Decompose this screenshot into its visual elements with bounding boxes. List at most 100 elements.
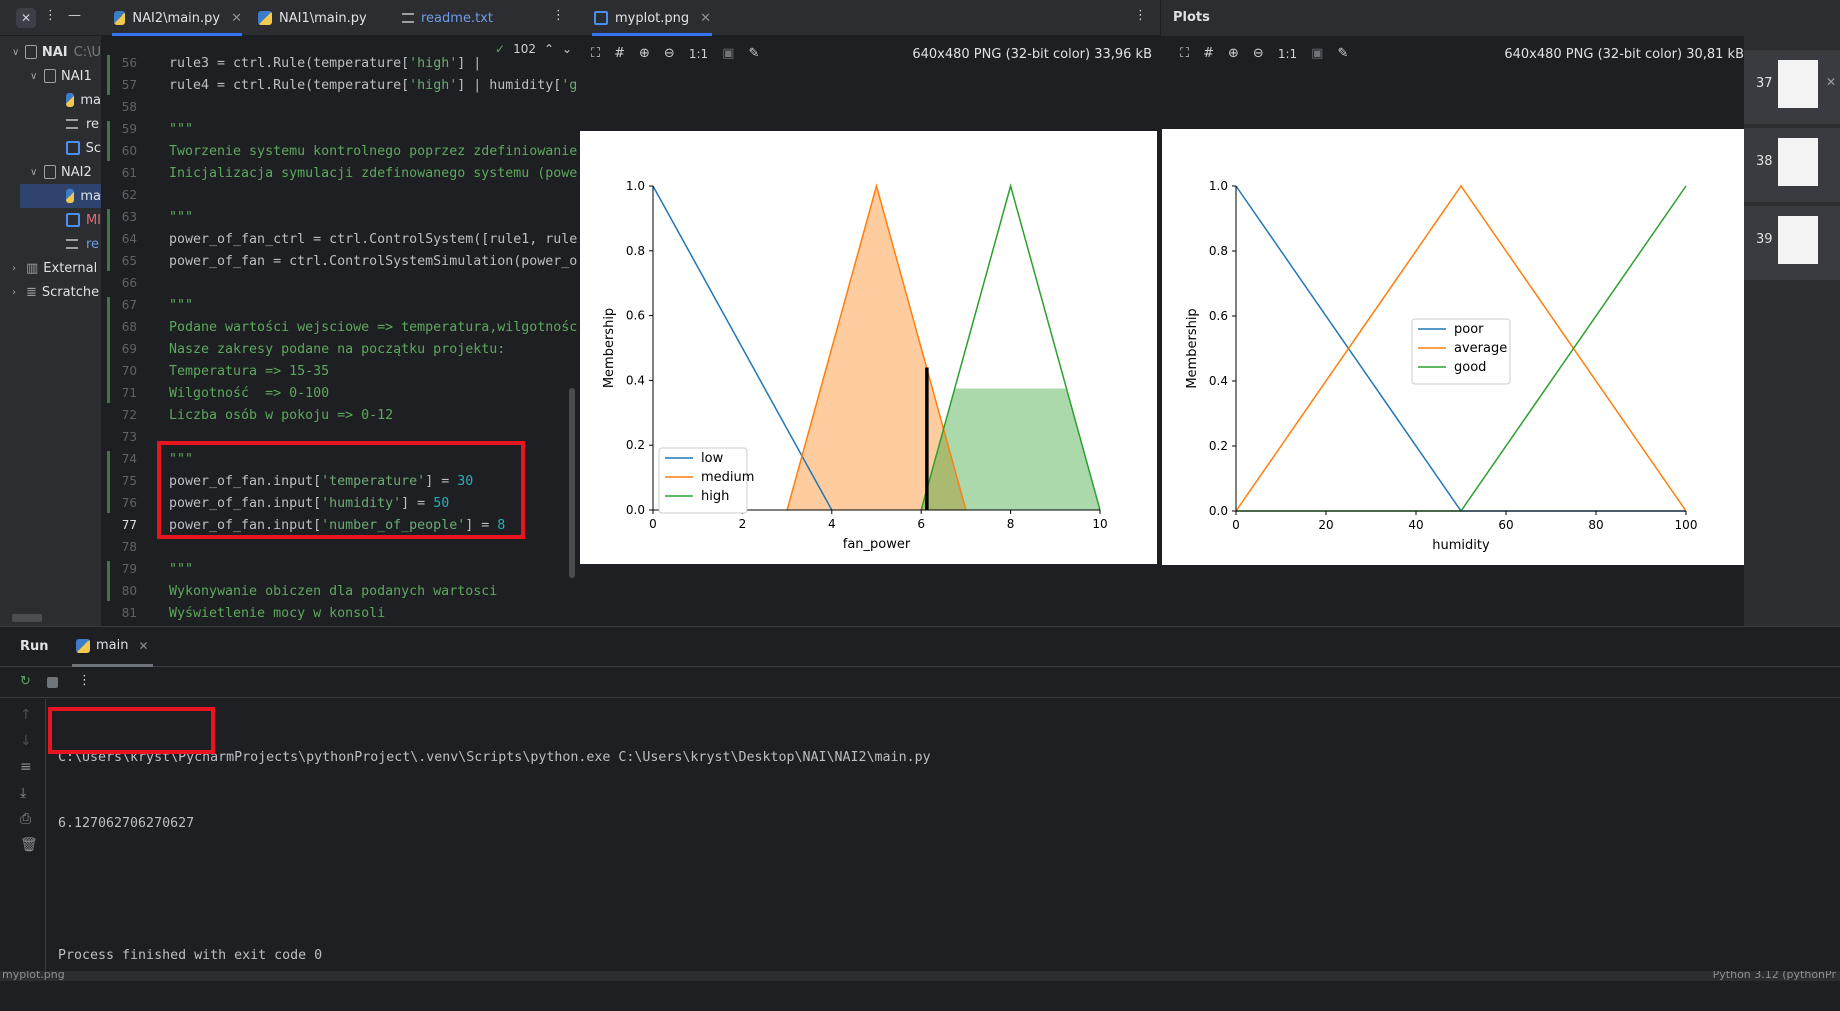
- tree-item-readme[interactable]: re: [0, 112, 101, 136]
- tree-label: NAI2: [61, 164, 92, 180]
- tabs-more-icon[interactable]: ⋮: [552, 8, 565, 23]
- grid-icon[interactable]: #: [614, 46, 625, 61]
- image-info: 640x480 PNG (32-bit color) 33,96 kB: [912, 47, 1152, 62]
- code-line: Wilgotność => 0-100: [169, 386, 330, 401]
- tree-label: re: [86, 236, 100, 252]
- tree-item-myplot[interactable]: MI: [0, 208, 101, 232]
- fit-icon[interactable]: ⛶: [591, 46, 600, 61]
- close-icon[interactable]: ✕: [138, 639, 148, 653]
- sidebar-scrollbar[interactable]: [12, 614, 42, 622]
- thumbnail-image: [1778, 60, 1818, 108]
- x-tick-label: 0: [1232, 518, 1240, 532]
- chevron-down-icon[interactable]: ⌄: [562, 42, 572, 56]
- print-icon[interactable]: ⎙: [20, 811, 31, 827]
- close-icon[interactable]: ✕: [700, 11, 711, 26]
- gutter-change-marker: [107, 209, 110, 271]
- actual-size-button[interactable]: 1:1: [689, 47, 708, 61]
- tree-label: ma: [80, 92, 101, 108]
- rerun-icon[interactable]: ↻: [20, 674, 31, 689]
- legend-label-low: low: [701, 451, 724, 466]
- chevron-up-icon[interactable]: ⌃: [544, 42, 554, 56]
- line-number: 72: [121, 408, 137, 422]
- project-tree: ∨ NAI C:\U ∨ NAI1 ma re Sc ∨ NAI2 ma MI …: [0, 36, 101, 626]
- plot-image-humidity: 0 20 40 60 80 100 0.0 0.2 0.4 0.6 0.8 1.0 humidity Me…: [1162, 129, 1744, 565]
- viewer-more-icon[interactable]: ⋮: [1134, 8, 1147, 23]
- console-result: 6.127062706270627: [58, 816, 195, 831]
- tab-nai1-main[interactable]: NAI1\main.py: [258, 0, 367, 36]
- folder-icon: [44, 165, 56, 179]
- tab-readme[interactable]: readme.txt: [402, 0, 493, 36]
- tree-label: Scratche: [41, 284, 100, 300]
- line-number: 68: [121, 320, 137, 334]
- line-number: 75: [121, 474, 137, 488]
- zoom-in-icon[interactable]: ⊕: [1228, 46, 1239, 61]
- line-number: 59: [121, 122, 137, 136]
- legend-label-medium: medium: [701, 470, 754, 485]
- tree-item-readme2[interactable]: re: [0, 232, 101, 256]
- color-picker-icon[interactable]: ✎: [1337, 46, 1348, 61]
- grid-icon[interactable]: #: [1203, 46, 1214, 61]
- thumbnail-38[interactable]: 38: [1744, 128, 1840, 202]
- color-picker-icon[interactable]: ✎: [748, 46, 759, 61]
- tab-myplot[interactable]: myplot.png ✕: [592, 0, 712, 36]
- line-number: 81: [121, 606, 137, 620]
- status-file: myplot.png: [2, 971, 65, 981]
- x-tick-label: 0: [649, 517, 657, 531]
- minimize-icon[interactable]: —: [68, 8, 81, 23]
- tree-item-nai2[interactable]: ∨ NAI2: [0, 160, 101, 184]
- folder-icon: [44, 69, 56, 83]
- zoom-in-icon[interactable]: ⊕: [639, 46, 650, 61]
- inspection-widget[interactable]: ✓ 102 ⌃ ⌄: [491, 42, 577, 56]
- tree-item-nai[interactable]: ∨ NAI C:\U: [0, 40, 101, 64]
- collapse-icon[interactable]: ✕: [16, 8, 36, 28]
- actual-size-button[interactable]: 1:1: [1278, 47, 1297, 61]
- thumbnail-number: 37: [1756, 76, 1773, 91]
- editor-scrollbar[interactable]: [569, 388, 575, 578]
- x-tick-label: 80: [1588, 518, 1603, 532]
- more-icon[interactable]: ⋮: [44, 8, 57, 23]
- background-icon[interactable]: ▣: [1311, 46, 1323, 61]
- plots-toolbar: ⛶ # ⊕ ⊖ 1:1 ▣ ✎: [1180, 46, 1348, 61]
- tree-label: Sc: [85, 140, 101, 156]
- thumbnail-number: 39: [1756, 232, 1773, 247]
- line-number: 78: [121, 540, 137, 554]
- tree-item-main[interactable]: ma: [0, 88, 101, 112]
- close-icon[interactable]: ✕: [231, 11, 242, 26]
- x-tick-label: 8: [1007, 517, 1015, 531]
- legend-label-good: good: [1454, 360, 1486, 375]
- tree-item-scratches[interactable]: › ≣ Scratche: [0, 280, 101, 304]
- tree-item-external[interactable]: › ▥ External: [0, 256, 101, 280]
- tree-item-screenshot[interactable]: Sc: [0, 136, 101, 160]
- y-tick-label: 0.2: [626, 438, 645, 452]
- line-number: 58: [121, 100, 137, 114]
- line-number: 71: [121, 386, 137, 400]
- code-line: rule4 = ctrl.Rule(temperature['high'] | …: [169, 78, 578, 93]
- line-number: 60: [121, 144, 137, 158]
- trash-icon[interactable]: 🗑: [20, 837, 38, 853]
- tab-nai2-main[interactable]: NAI2\main.py ✕: [112, 0, 242, 36]
- run-tab-main[interactable]: main ✕: [72, 627, 153, 667]
- thumbnail-37[interactable]: 37 ✕: [1744, 50, 1840, 124]
- y-tick-label: 0.0: [1209, 504, 1228, 518]
- status-interpreter[interactable]: Python 3.12 (pythonPr: [1713, 971, 1836, 981]
- x-tick-label: 60: [1498, 518, 1513, 532]
- fit-icon[interactable]: ⛶: [1180, 46, 1189, 61]
- image-file-icon: [66, 141, 80, 155]
- arrow-down-icon[interactable]: ↓: [20, 733, 32, 749]
- soft-wrap-icon[interactable]: ≡: [20, 759, 32, 775]
- image-file-icon: [594, 11, 608, 25]
- tree-item-main-selected[interactable]: ma: [20, 184, 101, 208]
- close-icon[interactable]: ✕: [1826, 75, 1836, 89]
- arrow-up-icon[interactable]: ↑: [20, 707, 32, 723]
- zoom-out-icon[interactable]: ⊖: [664, 46, 675, 61]
- line-number: 77: [121, 518, 137, 532]
- stop-icon[interactable]: [47, 677, 58, 688]
- background-icon[interactable]: ▣: [722, 46, 734, 61]
- more-icon[interactable]: ⋮: [78, 673, 91, 688]
- zoom-out-icon[interactable]: ⊖: [1253, 46, 1264, 61]
- library-icon: ▥: [26, 260, 39, 276]
- gutter-change-marker: [107, 55, 110, 95]
- scroll-to-end-icon[interactable]: ⤓: [20, 785, 26, 801]
- tree-item-nai1[interactable]: ∨ NAI1: [0, 64, 101, 88]
- thumbnail-39[interactable]: 39: [1744, 206, 1840, 280]
